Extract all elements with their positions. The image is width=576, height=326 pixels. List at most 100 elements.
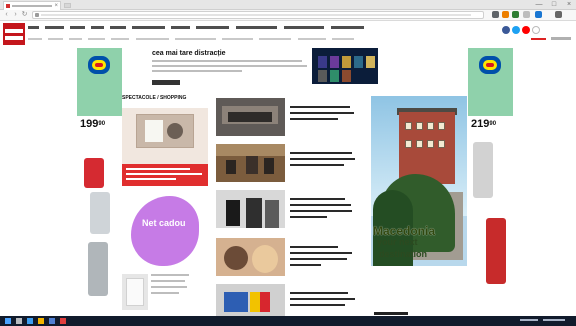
windows-logo-icon[interactable] xyxy=(5,318,11,324)
subnav-item[interactable] xyxy=(222,38,253,40)
article-thumbnail[interactable] xyxy=(216,144,285,182)
nav-item[interactable] xyxy=(91,26,104,29)
browser-tab-bar: × — □ × xyxy=(0,0,576,10)
nav-item[interactable] xyxy=(70,26,85,29)
twitter-icon[interactable] xyxy=(512,26,520,34)
home-icon[interactable] xyxy=(492,11,499,18)
article-headline-line[interactable] xyxy=(290,158,355,160)
promo-image[interactable] xyxy=(312,48,378,84)
address-bar[interactable] xyxy=(32,11,484,19)
left-ad-price: 19990 xyxy=(80,116,119,132)
article-thumbnail[interactable] xyxy=(216,98,285,136)
facebook-icon[interactable] xyxy=(502,26,510,34)
subnav-item[interactable] xyxy=(111,38,129,40)
extension-icon[interactable] xyxy=(523,11,530,18)
windows-taskbar xyxy=(0,316,576,326)
subnav-item[interactable] xyxy=(48,38,63,40)
subnav-item[interactable] xyxy=(28,38,42,40)
article-headline-line[interactable] xyxy=(290,252,352,254)
nav-item[interactable] xyxy=(284,26,324,29)
article-headline-line[interactable] xyxy=(290,118,338,120)
nav-item[interactable] xyxy=(28,26,39,29)
right-price-main: 219 xyxy=(471,118,490,130)
minimize-button[interactable]: — xyxy=(532,0,546,9)
article-headline[interactable] xyxy=(290,198,345,200)
small-article-text xyxy=(151,274,189,276)
small-article-image[interactable] xyxy=(122,274,148,310)
article-headline-line[interactable] xyxy=(290,258,347,260)
subnav-item[interactable] xyxy=(175,38,216,40)
nav-item[interactable] xyxy=(196,26,229,29)
sync-icon[interactable] xyxy=(512,11,519,18)
store-icon[interactable] xyxy=(49,318,55,324)
header-search-field[interactable] xyxy=(551,37,571,40)
feature-caption[interactable] xyxy=(122,164,208,186)
back-icon[interactable]: ‹ xyxy=(3,11,10,19)
article-headline[interactable] xyxy=(290,246,338,248)
article-headline[interactable] xyxy=(290,292,348,294)
explorer-icon[interactable] xyxy=(38,318,44,324)
promo-text-line xyxy=(152,65,307,67)
feature-image-card[interactable] xyxy=(122,108,208,164)
profile-icon[interactable] xyxy=(535,11,542,18)
subnav-item[interactable] xyxy=(298,38,326,40)
article-headline-line[interactable] xyxy=(290,304,345,306)
feature-image xyxy=(136,114,194,148)
appliance-icon xyxy=(84,158,104,188)
header-login-link[interactable] xyxy=(531,38,546,40)
subnav-item[interactable] xyxy=(136,38,169,40)
close-window-button[interactable]: × xyxy=(562,0,576,9)
site-logo[interactable] xyxy=(3,23,25,45)
task-view-icon[interactable] xyxy=(27,318,33,324)
browser-toolbar: ‹ › ↻ xyxy=(0,10,576,21)
bookmark-icon[interactable] xyxy=(502,11,509,18)
nav-item[interactable] xyxy=(110,26,126,29)
nav-item[interactable] xyxy=(132,26,165,29)
nav-item[interactable] xyxy=(171,26,190,29)
article-thumbnail[interactable] xyxy=(216,238,285,276)
youtube-icon[interactable] xyxy=(522,26,530,34)
tower-subtitle: destination xyxy=(379,249,428,259)
small-article-text xyxy=(151,292,179,294)
small-article-text xyxy=(151,280,185,282)
purple-promo-ad[interactable]: Net cadou xyxy=(122,196,208,268)
subnav-item[interactable] xyxy=(88,38,105,40)
article-headline-line[interactable] xyxy=(290,204,351,206)
article-headline-line[interactable] xyxy=(290,210,352,212)
browser-tab[interactable]: × xyxy=(3,1,61,10)
menu-icon[interactable] xyxy=(555,11,562,18)
article-thumbnail[interactable] xyxy=(216,284,285,316)
appliance-icon xyxy=(88,242,108,296)
article-headline-line[interactable] xyxy=(290,112,354,114)
promo-title[interactable]: cea mai tare distracție xyxy=(152,50,226,57)
article-headline[interactable] xyxy=(290,152,352,154)
tab-close-icon[interactable]: × xyxy=(54,3,58,9)
article-headline-line[interactable] xyxy=(290,264,321,266)
search-icon[interactable] xyxy=(16,318,22,324)
appliance-icon xyxy=(486,218,506,284)
article-headline-line[interactable] xyxy=(290,216,327,218)
left-side-ad[interactable]: 19990 xyxy=(77,48,122,316)
mail-icon[interactable] xyxy=(60,318,66,324)
new-tab-button[interactable] xyxy=(64,3,71,8)
nav-item[interactable] xyxy=(45,26,64,29)
tower-ad[interactable]: Macedonia your next destination xyxy=(371,96,467,316)
article-headline-line[interactable] xyxy=(290,164,344,166)
subnav-item[interactable] xyxy=(259,38,291,40)
subnav-item[interactable] xyxy=(69,38,82,40)
maximize-button[interactable]: □ xyxy=(547,0,561,9)
instagram-icon[interactable] xyxy=(532,26,540,34)
system-tray[interactable] xyxy=(520,319,538,321)
article-headline-line[interactable] xyxy=(290,298,355,300)
forward-icon[interactable]: › xyxy=(12,11,19,19)
article-headline[interactable] xyxy=(290,106,350,108)
article-thumbnail[interactable] xyxy=(216,190,285,228)
subnav-item[interactable] xyxy=(332,38,354,40)
reload-icon[interactable]: ↻ xyxy=(21,11,28,19)
clock-text xyxy=(543,319,565,321)
nav-item[interactable] xyxy=(236,26,277,29)
small-article-text xyxy=(151,286,187,288)
promo-button[interactable] xyxy=(152,80,180,85)
right-side-ad[interactable]: 21990 xyxy=(468,48,513,316)
nav-item[interactable] xyxy=(331,26,364,29)
